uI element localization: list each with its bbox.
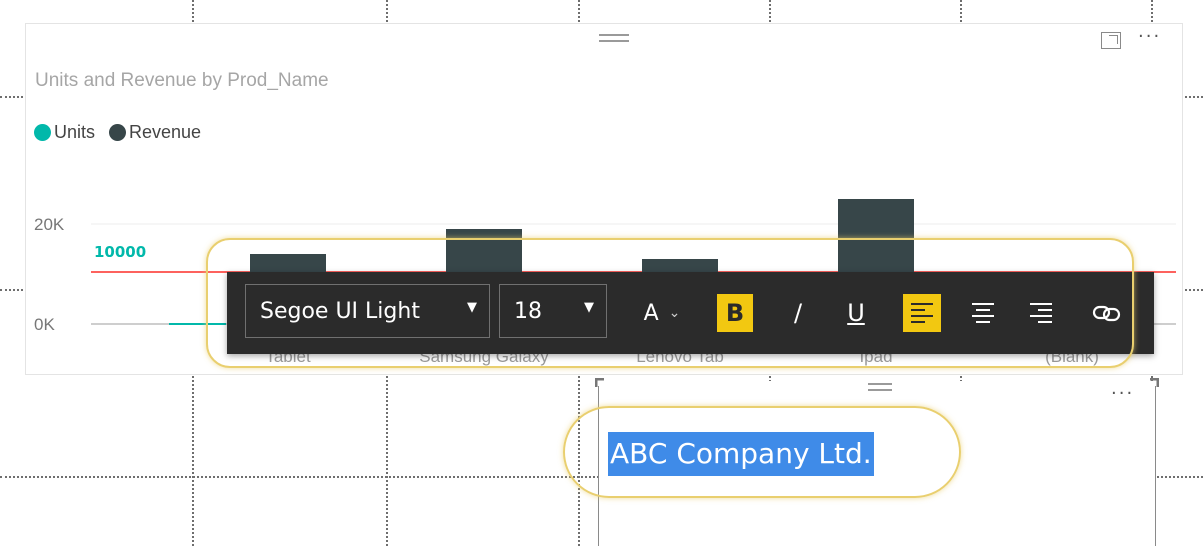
- toolbar-highlight-ring: [206, 238, 1134, 368]
- drag-handle-icon[interactable]: [868, 383, 892, 391]
- textbox-border: [1155, 386, 1156, 546]
- more-options-icon[interactable]: ···: [1111, 383, 1134, 404]
- y-tick-label: 20K: [34, 215, 65, 234]
- resize-handle-icon[interactable]: [595, 378, 604, 387]
- textbox-highlight-ring: [563, 406, 961, 498]
- y-tick-label: 0K: [34, 315, 55, 334]
- reference-line-label: 10000: [94, 243, 146, 261]
